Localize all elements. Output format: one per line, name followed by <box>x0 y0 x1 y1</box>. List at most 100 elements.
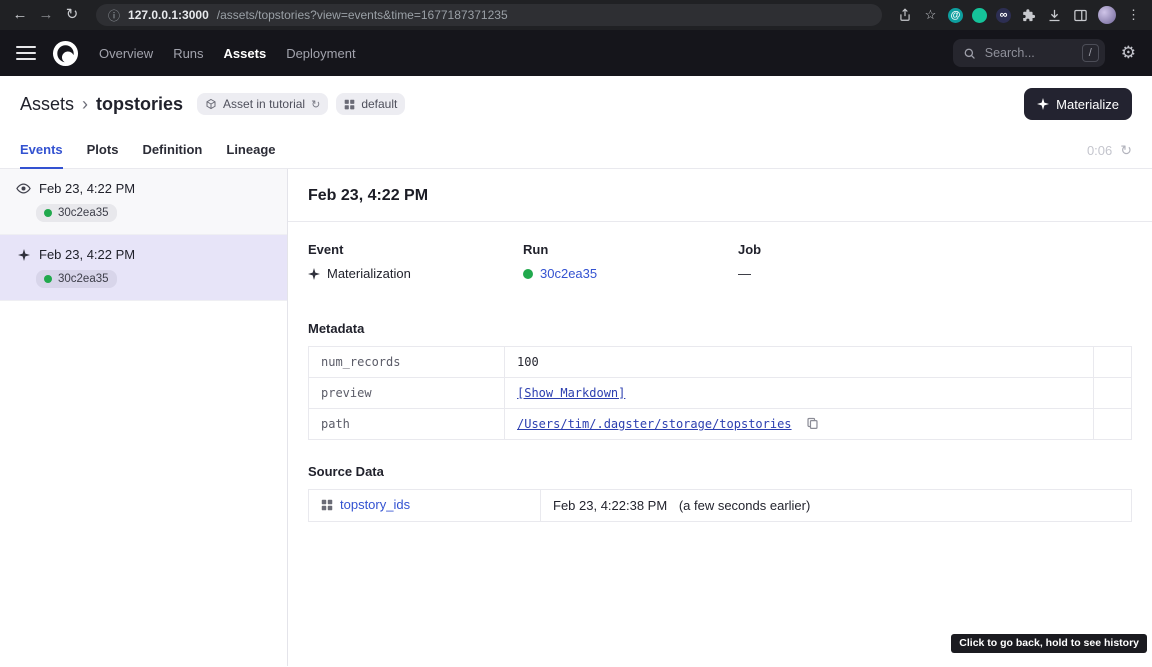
browser-chrome: ← → ↻ ⓘ 127.0.0.1:3000/assets/topstories… <box>0 0 1152 30</box>
browser-forward-icon[interactable]: → <box>36 0 56 30</box>
address-bar[interactable]: ⓘ 127.0.0.1:3000/assets/topstories?view=… <box>96 4 882 26</box>
browser-reload-icon[interactable]: ↻ <box>62 0 82 30</box>
path-link[interactable]: /Users/tim/.dagster/storage/topstories <box>517 417 792 431</box>
upstream-asset-name: topstory_ids <box>340 497 410 512</box>
back-button-tooltip: Click to go back, hold to see history <box>951 634 1147 653</box>
browser-actions: ☆ @ ∞ ⋮ <box>896 6 1142 24</box>
run-id-tag[interactable]: 30c2ea35 <box>36 270 117 288</box>
source-data-table: topstory_ids Feb 23, 4:22:38 PM (a few s… <box>308 489 1132 522</box>
metadata-actions-cell <box>1094 409 1132 440</box>
breadcrumb: Assets › topstories <box>20 94 183 115</box>
event-summary-row: Event Materialization Run 30c2ea35 Job <box>288 222 1152 305</box>
table-row: path /Users/tim/.dagster/storage/topstor… <box>309 409 1132 440</box>
table-grid-icon <box>321 499 333 511</box>
browser-back-icon[interactable]: ← <box>10 0 30 30</box>
run-id-tag[interactable]: 30c2ea35 <box>36 204 117 222</box>
repo-badge[interactable]: Asset in tutorial ↻ <box>197 93 328 115</box>
materialize-button-label: Materialize <box>1056 97 1119 112</box>
job-column: Job — <box>738 242 953 281</box>
dagster-logo[interactable] <box>52 40 79 67</box>
search-box[interactable]: / <box>953 39 1105 67</box>
breadcrumb-current-asset: topstories <box>96 94 183 115</box>
browser-menu-kebab-icon[interactable]: ⋮ <box>1125 7 1142 24</box>
source-relative-note: (a few seconds earlier) <box>679 498 811 513</box>
nav-item-overview[interactable]: Overview <box>99 46 153 61</box>
refresh-icon[interactable]: ↻ <box>1120 142 1132 159</box>
nav-item-assets[interactable]: Assets <box>224 46 267 61</box>
share-icon[interactable] <box>896 7 913 24</box>
metadata-key: num_records <box>309 347 505 378</box>
run-column: Run 30c2ea35 <box>523 242 738 281</box>
job-column-label: Job <box>738 242 953 257</box>
event-detail-title: Feb 23, 4:22 PM <box>288 169 1152 222</box>
job-empty-value: — <box>738 266 751 281</box>
events-view: Feb 23, 4:22 PM 30c2ea35 Feb 23, 4:22 PM… <box>0 169 1152 666</box>
event-detail-panel: Feb 23, 4:22 PM Event Materialization Ru… <box>288 169 1152 666</box>
metadata-key: preview <box>309 378 505 409</box>
group-badge[interactable]: default <box>336 93 405 115</box>
asset-tabs: Events Plots Definition Lineage 0:06 ↻ <box>0 132 1152 169</box>
repo-reload-icon[interactable]: ↻ <box>311 98 320 111</box>
nav-links: Overview Runs Assets Deployment <box>99 46 356 61</box>
metadata-heading: Metadata <box>308 321 1132 336</box>
table-row: preview [Show Markdown] <box>309 378 1132 409</box>
site-info-icon[interactable]: ⓘ <box>108 7 120 24</box>
grid-icon <box>344 99 355 110</box>
url-host: 127.0.0.1:3000 <box>128 8 209 22</box>
event-type-value: Materialization <box>327 266 411 281</box>
bookmark-star-icon[interactable]: ☆ <box>922 7 939 24</box>
run-status-dot <box>523 269 533 279</box>
hamburger-menu-icon[interactable] <box>16 46 36 60</box>
search-input[interactable] <box>983 45 1075 61</box>
metadata-key: path <box>309 409 505 440</box>
event-column-label: Event <box>308 242 523 257</box>
event-list-item-materialization[interactable]: Feb 23, 4:22 PM 30c2ea35 <box>0 235 287 301</box>
breadcrumb-assets-link[interactable]: Assets <box>20 94 74 115</box>
extension-infinity-icon[interactable]: ∞ <box>996 8 1011 23</box>
copy-path-icon[interactable] <box>806 417 819 430</box>
run-column-label: Run <box>523 242 738 257</box>
show-markdown-link[interactable]: [Show Markdown] <box>517 386 625 400</box>
repo-badge-label: Asset in tutorial <box>223 97 305 111</box>
extension-at-icon[interactable]: @ <box>948 8 963 23</box>
metadata-section: Metadata num_records 100 preview [Show M… <box>288 305 1152 440</box>
observation-eye-icon <box>16 181 31 196</box>
metadata-table: num_records 100 preview [Show Markdown] … <box>308 346 1132 440</box>
upstream-asset-link[interactable]: topstory_ids <box>321 497 410 512</box>
search-icon <box>963 47 976 60</box>
profile-avatar[interactable] <box>1098 6 1116 24</box>
run-id-label: 30c2ea35 <box>58 273 109 285</box>
table-row: num_records 100 <box>309 347 1132 378</box>
run-status-dot <box>44 275 52 283</box>
materialize-button[interactable]: Materialize <box>1024 88 1132 120</box>
url-path: /assets/topstories?view=events&time=1677… <box>217 8 508 22</box>
metadata-actions-cell <box>1094 347 1132 378</box>
refresh-timer: 0:06 ↻ <box>1087 132 1132 168</box>
app-navbar: Overview Runs Assets Deployment / ⚙ <box>0 30 1152 76</box>
asset-header: Assets › topstories Asset in tutorial ↻ … <box>0 76 1152 132</box>
settings-gear-icon[interactable]: ⚙ <box>1121 43 1136 63</box>
tab-lineage[interactable]: Lineage <box>226 132 275 169</box>
nav-item-runs[interactable]: Runs <box>173 46 203 61</box>
run-id-link[interactable]: 30c2ea35 <box>540 266 597 281</box>
downloads-icon[interactable] <box>1046 7 1063 24</box>
tab-plots[interactable]: Plots <box>87 132 119 169</box>
metadata-actions-cell <box>1094 378 1132 409</box>
run-id-label: 30c2ea35 <box>58 207 109 219</box>
event-timestamp: Feb 23, 4:22 PM <box>39 181 135 196</box>
extension-green-icon[interactable] <box>972 8 987 23</box>
run-status-dot <box>44 209 52 217</box>
cube-icon <box>205 98 217 110</box>
refresh-countdown: 0:06 <box>1087 143 1112 158</box>
group-badge-label: default <box>361 97 397 111</box>
source-data-section: Source Data topstory_ids Feb 23, 4:22:38… <box>288 440 1152 522</box>
extensions-puzzle-icon[interactable] <box>1020 7 1037 24</box>
nav-item-deployment[interactable]: Deployment <box>286 46 355 61</box>
tab-events[interactable]: Events <box>20 132 63 169</box>
search-shortcut-key: / <box>1082 44 1099 62</box>
table-row: topstory_ids Feb 23, 4:22:38 PM (a few s… <box>309 490 1132 522</box>
tab-definition[interactable]: Definition <box>142 132 202 169</box>
metadata-value: 100 <box>505 347 1094 378</box>
side-panel-icon[interactable] <box>1072 7 1089 24</box>
event-list-item-observation[interactable]: Feb 23, 4:22 PM 30c2ea35 <box>0 169 287 235</box>
